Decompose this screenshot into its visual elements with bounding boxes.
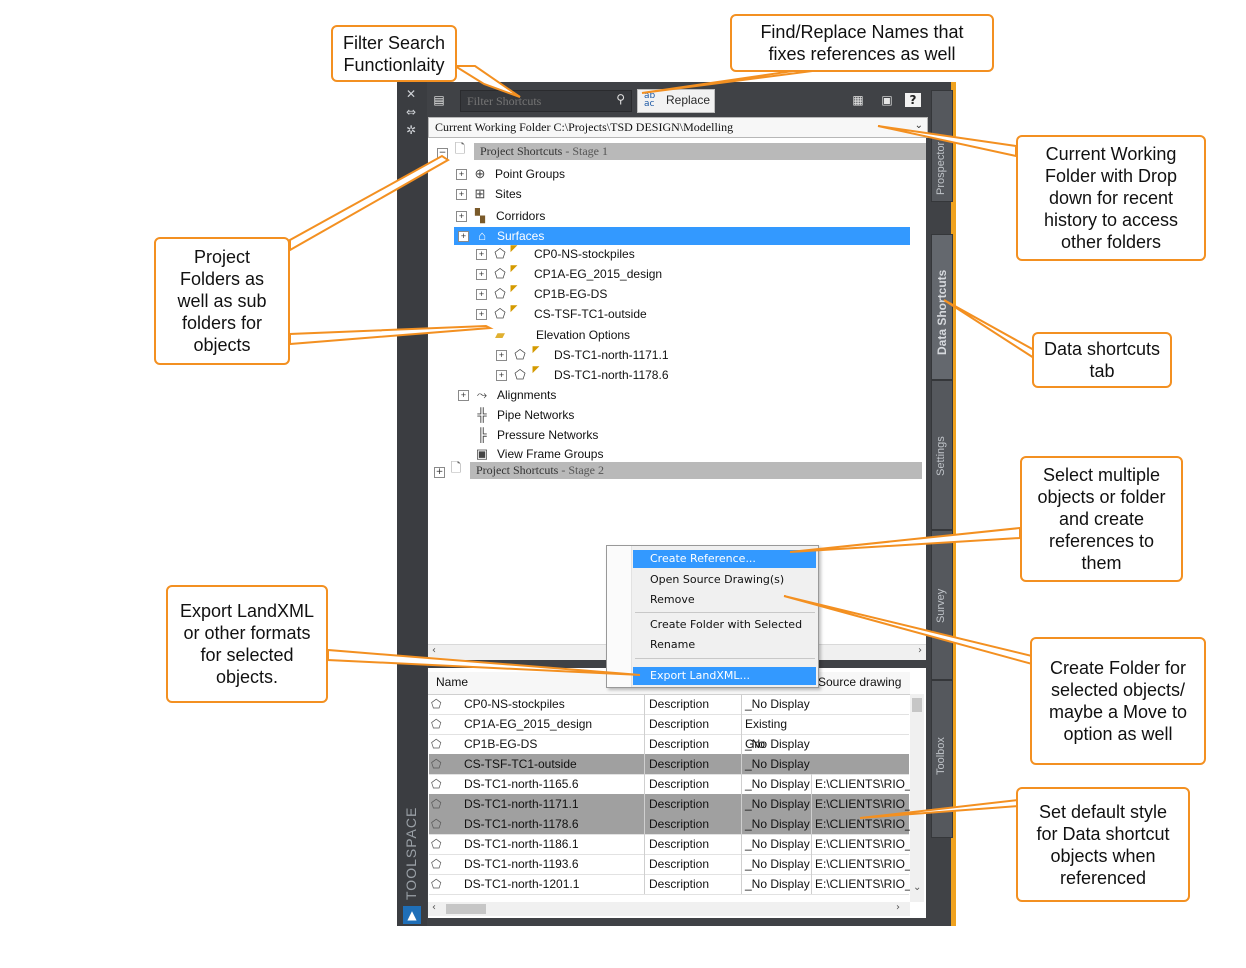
annotation-find-replace: Find/Replace Names that fixes references… — [730, 14, 994, 72]
annotation-project-folders: Project Folders as well as sub folders f… — [154, 237, 290, 365]
annotation-data-shortcuts-tab: Data shortcuts tab — [1032, 332, 1172, 388]
annotation-create-folder: Create Folder for selected objects/ mayb… — [1030, 637, 1206, 765]
annotation-default-style: Set default style for Data shortcut obje… — [1016, 787, 1190, 902]
annotation-filter-search: Filter Search Functionlaity — [331, 25, 457, 82]
annotation-export: Export LandXML or other formats for sele… — [166, 585, 328, 703]
annotation-select-multiple: Select multiple objects or folder and cr… — [1020, 456, 1183, 582]
annotation-working-folder: Current Working Folder with Drop down fo… — [1016, 135, 1206, 261]
